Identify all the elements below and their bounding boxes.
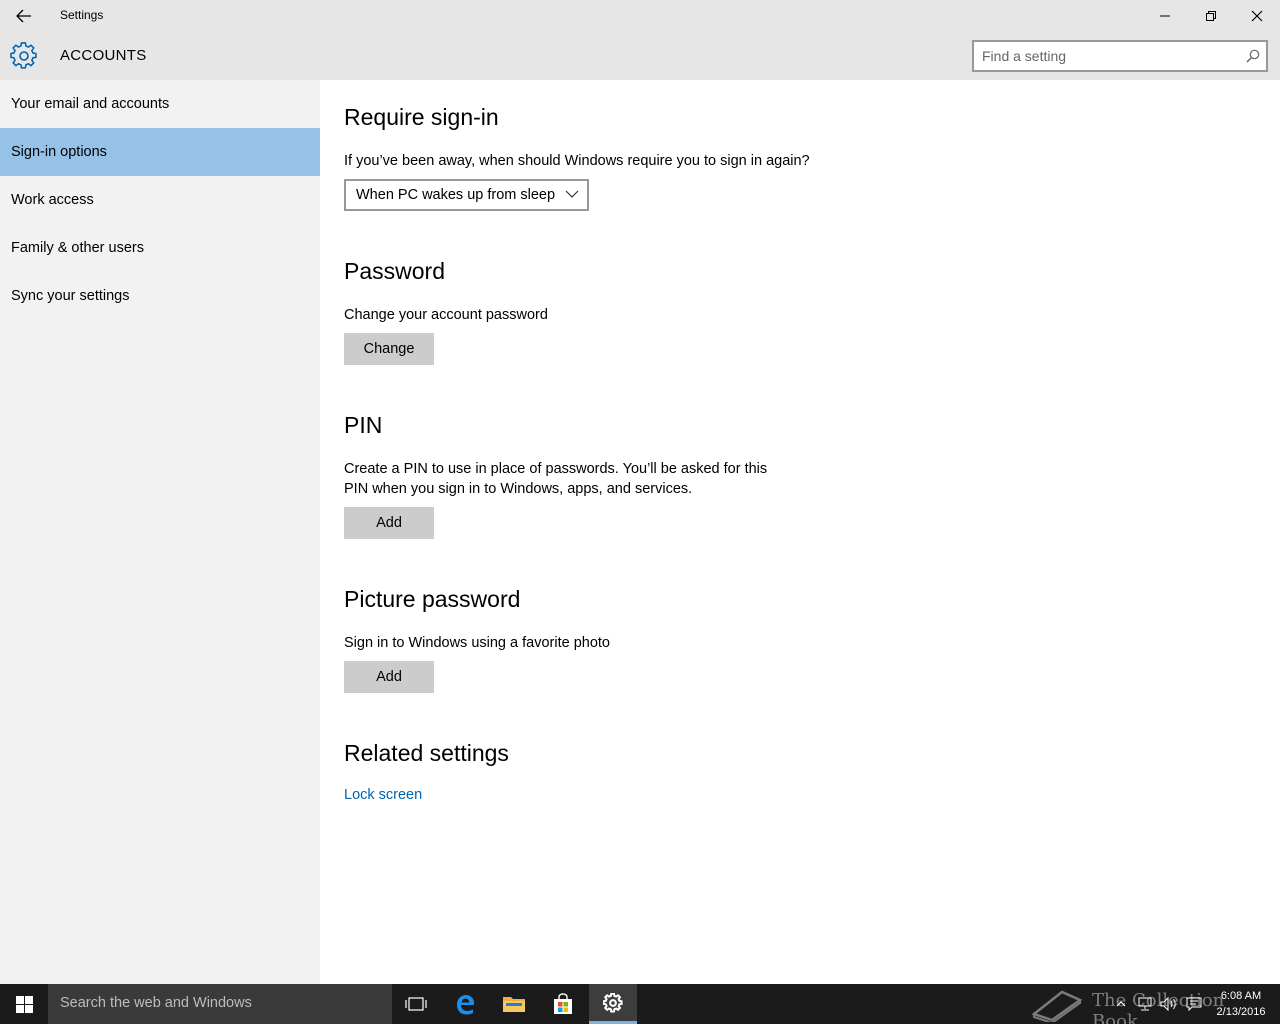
change-password-button[interactable]: Change	[344, 333, 434, 365]
related-settings-heading: Related settings	[344, 740, 509, 766]
close-button[interactable]	[1234, 0, 1280, 32]
password-description: Change your account password	[344, 307, 548, 323]
edge-icon	[457, 995, 474, 1015]
minimize-button[interactable]	[1142, 0, 1188, 32]
volume-tray-button[interactable]	[1158, 984, 1180, 1024]
sidebar-item-email-accounts[interactable]: Your email and accounts	[0, 80, 320, 128]
settings-app-button[interactable]	[589, 984, 637, 1024]
taskbar: Search the web and Windows The Collectio…	[0, 984, 1280, 1024]
main-content: Require sign-in If you’ve been away, whe…	[320, 80, 1280, 984]
network-icon	[1138, 997, 1152, 1011]
sidebar-item-work-access[interactable]: Work access	[0, 176, 320, 224]
edge-button[interactable]	[441, 984, 489, 1024]
gear-icon	[603, 992, 623, 1013]
sidebar-item-family-users[interactable]: Family & other users	[0, 224, 320, 272]
gear-icon	[10, 42, 37, 69]
close-icon	[1251, 10, 1263, 22]
settings-header: ACCOUNTS	[0, 32, 1280, 80]
show-hidden-icons-button[interactable]	[1112, 984, 1130, 1024]
restore-button[interactable]	[1188, 0, 1234, 32]
network-tray-button[interactable]	[1134, 984, 1156, 1024]
window-title: Settings	[60, 8, 104, 22]
pin-description-line1: Create a PIN to use in place of password…	[344, 461, 768, 477]
search-box[interactable]	[972, 40, 1268, 72]
chevron-up-icon	[1116, 1001, 1126, 1007]
picture-password-heading: Picture password	[344, 586, 521, 612]
add-pin-button[interactable]: Add	[344, 507, 434, 539]
task-view-icon	[405, 997, 427, 1011]
sidebar-item-sign-in-options[interactable]: Sign-in options	[0, 128, 320, 176]
picture-password-description: Sign in to Windows using a favorite phot…	[344, 635, 610, 651]
sidebar-item-sync-settings[interactable]: Sync your settings	[0, 272, 320, 320]
file-explorer-button[interactable]	[490, 984, 538, 1024]
back-arrow-icon[interactable]	[8, 4, 40, 28]
taskbar-search-box[interactable]: Search the web and Windows	[48, 984, 392, 1024]
task-view-button[interactable]	[392, 984, 440, 1024]
search-input[interactable]	[982, 47, 1232, 65]
taskbar-search-text: Search the web and Windows	[60, 995, 252, 1011]
volume-icon	[1160, 997, 1176, 1011]
store-button[interactable]	[539, 984, 587, 1024]
minimize-icon	[1160, 15, 1170, 17]
require-signin-description: If you’ve been away, when should Windows…	[344, 153, 810, 169]
action-center-icon	[1186, 997, 1202, 1011]
action-center-button[interactable]	[1183, 984, 1205, 1024]
start-button[interactable]	[0, 984, 48, 1024]
clock-date: 2/13/2016	[1216, 1006, 1266, 1018]
lock-screen-link[interactable]: Lock screen	[344, 787, 422, 803]
pin-description-line2: PIN when you sign in to Windows, apps, a…	[344, 481, 693, 497]
require-signin-dropdown[interactable]: When PC wakes up from sleep	[344, 179, 589, 211]
windows-logo-icon	[15, 995, 33, 1013]
file-explorer-icon	[503, 997, 525, 1012]
title-bar: Settings	[0, 0, 1280, 32]
store-icon	[554, 993, 572, 1014]
pin-heading: PIN	[344, 412, 383, 438]
restore-icon	[1206, 11, 1216, 21]
require-signin-heading: Require sign-in	[344, 104, 499, 130]
page-title: ACCOUNTS	[60, 47, 147, 64]
book-icon	[1031, 990, 1083, 1022]
password-heading: Password	[344, 258, 445, 284]
add-picture-password-button[interactable]: Add	[344, 661, 434, 693]
chevron-down-icon	[565, 190, 579, 198]
clock-time: 6:08 AM	[1220, 990, 1262, 1002]
sidebar: Your email and accounts Sign-in options …	[0, 80, 320, 984]
dropdown-selected-value: When PC wakes up from sleep	[356, 187, 556, 203]
search-icon[interactable]	[1246, 49, 1260, 63]
taskbar-clock[interactable]: 6:08 AM 2/13/2016	[1208, 988, 1274, 1020]
